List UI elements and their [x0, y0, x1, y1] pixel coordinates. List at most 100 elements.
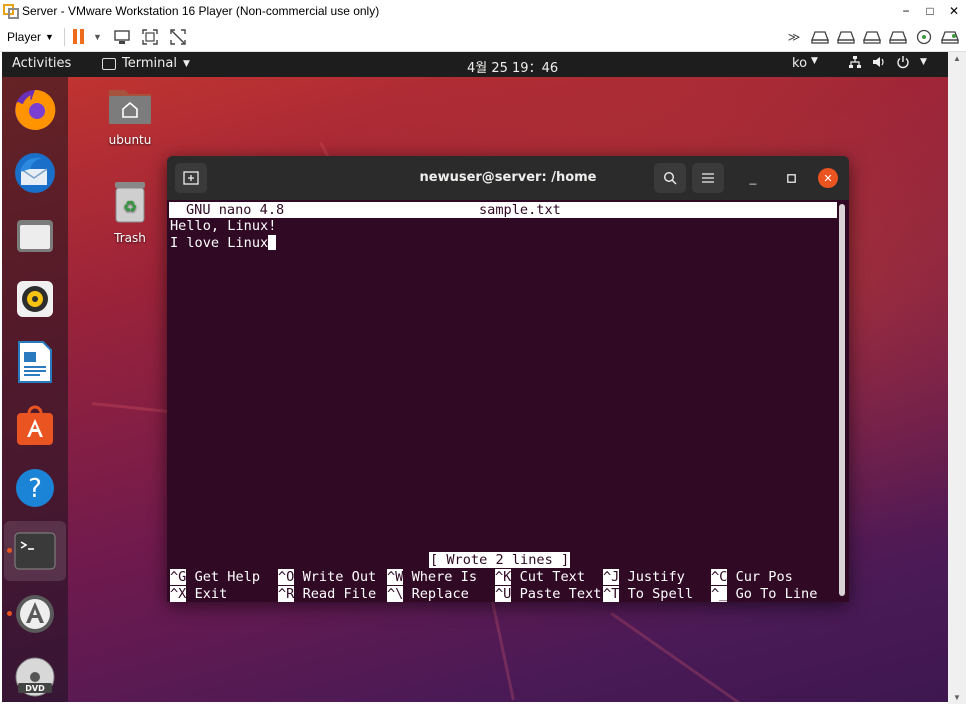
terminal-maximize-button[interactable]: [781, 168, 801, 188]
toolbar-divider: [63, 27, 65, 46]
network-icon[interactable]: [888, 27, 908, 47]
buffer-line: I love Linux: [170, 235, 277, 252]
maximize-icon: [786, 173, 796, 183]
dock-writer[interactable]: [4, 332, 66, 392]
terminal-icon: [14, 532, 56, 570]
cd-icon[interactable]: [914, 27, 934, 47]
shortcut-read-file: ^R Read File: [278, 586, 377, 602]
search-button[interactable]: [654, 163, 686, 193]
desktop-icon-label: Trash: [114, 231, 146, 245]
dock-thunderbird[interactable]: [4, 143, 66, 203]
terminal-headerbar: newuser@server: /home _ ✕: [167, 156, 849, 200]
firefox-icon: [15, 89, 56, 130]
running-indicator: [7, 548, 12, 553]
shortcut-paste-text: ^U Paste Text: [495, 586, 602, 602]
terminal-close-button[interactable]: ✕: [818, 168, 838, 188]
player-menu-label: Player: [7, 29, 42, 44]
help-icon: ?: [16, 469, 54, 507]
nano-version: GNU nano 4.8: [186, 202, 285, 218]
shortcut-get-help: ^G Get Help: [170, 569, 261, 585]
shortcut-to-spell: ^T To Spell: [603, 586, 694, 602]
dock-files[interactable]: [4, 206, 66, 266]
app-menu[interactable]: Terminal ▼: [102, 56, 190, 71]
forward-icon[interactable]: ≫: [784, 27, 804, 47]
dock-help[interactable]: ?: [4, 458, 66, 518]
svg-text:DVD: DVD: [25, 684, 45, 693]
nano-title-bar: GNU nano 4.8 sample.txt: [169, 202, 837, 218]
thunderbird-icon: [15, 153, 55, 193]
shortcut-exit: ^X Exit: [170, 586, 228, 602]
wallpaper-line: [489, 592, 515, 701]
network-icon: [849, 56, 861, 68]
software-icon: [17, 405, 53, 445]
player-menu[interactable]: Player ▼: [7, 30, 54, 44]
volume-icon: [873, 57, 884, 67]
writer-icon: [18, 341, 52, 383]
clock[interactable]: 4월 25 19：46: [467, 57, 558, 76]
vmware-titlebar: Server - VMware Workstation 16 Player (N…: [0, 0, 966, 22]
menu-button[interactable]: [692, 163, 724, 193]
pause-icon[interactable]: [72, 28, 87, 45]
shortcut-where-is: ^W Where Is: [387, 569, 478, 585]
terminal-scrollbar[interactable]: [839, 204, 845, 596]
wallpaper-line: [610, 612, 744, 702]
power-dropdown-icon[interactable]: ▼: [93, 32, 102, 42]
window-title: Server - VMware Workstation 16 Player (N…: [22, 4, 380, 18]
desktop-home-folder[interactable]: ubuntu: [100, 86, 160, 147]
buffer-line: Hello, Linux!: [170, 218, 277, 234]
shortcut-replace: ^\ Replace: [387, 586, 469, 602]
trash-icon: ♻: [115, 182, 145, 223]
dock-rhythmbox[interactable]: [4, 269, 66, 329]
system-menu[interactable]: ▼: [848, 55, 927, 69]
text-cursor: [268, 235, 277, 250]
unity-mode-icon[interactable]: [168, 27, 188, 47]
terminal-icon: [102, 57, 116, 70]
desktop-trash[interactable]: ♻ Trash: [100, 180, 160, 245]
nano-editor[interactable]: GNU nano 4.8 sample.txt Hello, Linux! I …: [169, 200, 839, 602]
rhythmbox-icon: [17, 281, 53, 317]
hdd-icon[interactable]: [862, 27, 882, 47]
scroll-down-icon[interactable]: ▼: [948, 693, 966, 702]
terminal-minimize-button[interactable]: _: [743, 168, 763, 188]
search-icon: [663, 171, 677, 185]
power-icon: [897, 56, 909, 69]
fullscreen-icon[interactable]: [140, 27, 160, 47]
svg-text:♻: ♻: [123, 197, 137, 216]
nano-status-message: [ Wrote 2 lines ]: [429, 552, 571, 568]
shortcut-justify: ^J Justify: [603, 569, 685, 585]
dock-dvd[interactable]: DVD: [4, 647, 66, 702]
dock-software[interactable]: [4, 395, 66, 455]
settings-icon[interactable]: [940, 27, 960, 47]
chevron-down-icon: ▼: [45, 31, 54, 42]
vmware-scrollbar[interactable]: ▲ ▼: [948, 52, 966, 704]
minimize-button[interactable]: −: [894, 0, 918, 22]
chevron-down-icon: ▼: [811, 56, 818, 66]
minimize-icon: _: [749, 171, 757, 185]
software-updater-icon: [16, 595, 54, 633]
gnome-topbar: Activities Terminal ▼ 4월 25 19：46 ko ▼ ▼: [2, 52, 964, 77]
shortcut-cur-pos: ^C Cur Pos: [711, 569, 793, 585]
maximize-button[interactable]: □: [918, 0, 942, 22]
svg-text:?: ?: [28, 474, 42, 504]
hamburger-menu-icon: [702, 173, 714, 183]
scroll-up-icon[interactable]: ▲: [948, 54, 966, 63]
desktop-icon-label: ubuntu: [108, 133, 152, 147]
hdd-icon[interactable]: [810, 27, 830, 47]
shortcut-write-out: ^O Write Out: [278, 569, 377, 585]
ubuntu-desktop: Activities Terminal ▼ 4월 25 19：46 ko ▼ ▼: [2, 52, 964, 702]
app-menu-label: Terminal: [122, 56, 177, 71]
hdd-icon[interactable]: [836, 27, 856, 47]
dock-updater[interactable]: [4, 584, 66, 644]
chevron-down-icon: ▼: [182, 58, 190, 69]
close-button[interactable]: ✕: [942, 0, 966, 22]
input-language[interactable]: ko ▼: [792, 56, 818, 71]
send-ctrl-alt-del-icon[interactable]: [112, 27, 132, 47]
activities-button[interactable]: Activities: [12, 56, 71, 71]
input-language-label: ko: [792, 56, 808, 71]
dock-firefox[interactable]: [4, 80, 66, 140]
dock-terminal[interactable]: [4, 521, 66, 581]
vmware-app-icon: [2, 2, 20, 20]
close-icon: ✕: [823, 172, 833, 185]
chevron-down-icon: ▼: [920, 57, 927, 67]
running-indicator: [7, 611, 12, 616]
